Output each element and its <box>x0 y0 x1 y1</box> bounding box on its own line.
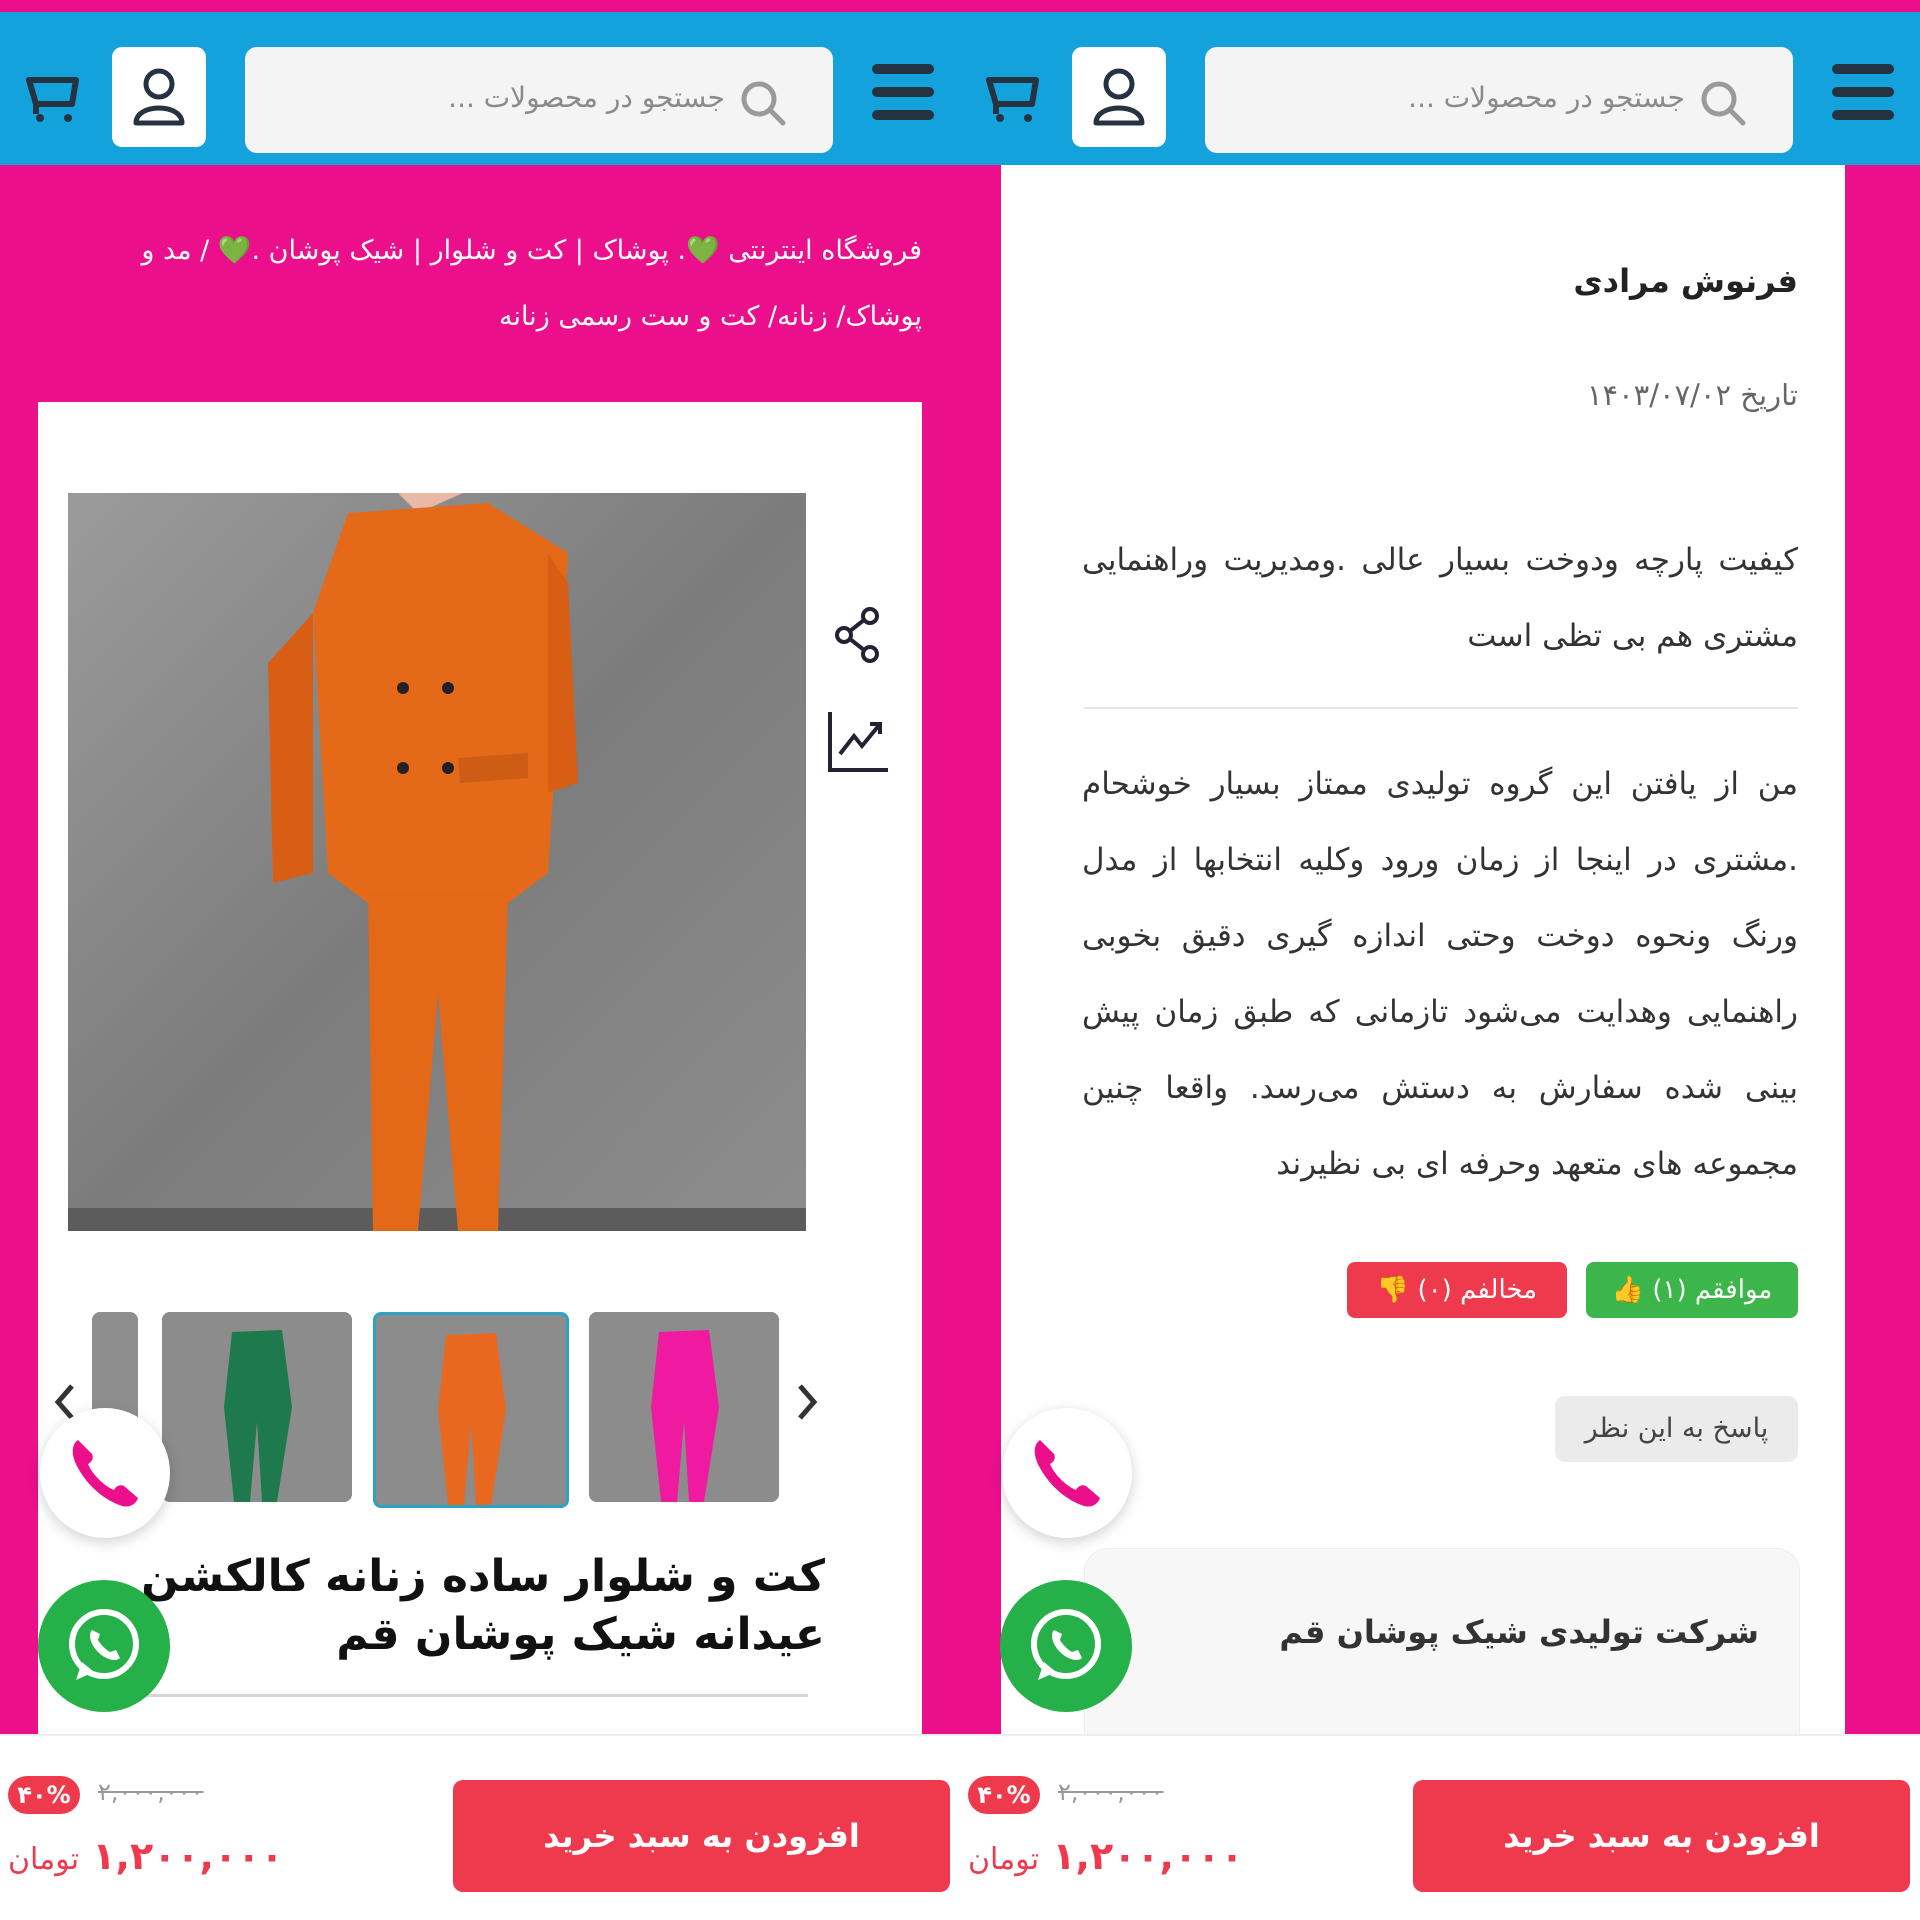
thumbnail-green[interactable] <box>162 1312 352 1502</box>
discount-badge: ۴۰% <box>8 1776 80 1814</box>
add-to-cart-button[interactable]: افزودن به سبد خرید <box>1413 1780 1910 1892</box>
user-button[interactable] <box>112 47 206 147</box>
phone-icon <box>1034 1440 1100 1507</box>
reply-button[interactable]: پاسخ به این نظر <box>1555 1396 1798 1462</box>
company-name: شرکت تولیدی شیک پوشان قم <box>1279 1613 1759 1651</box>
site-header: جستجو در محصولات ... <box>960 12 1920 165</box>
whatsapp-icon <box>69 1609 139 1680</box>
review-text-2: من از یافتن این گروه تولیدی ممتاز بسیار … <box>1082 766 1798 1182</box>
thumbs-down-icon: 👎 <box>1376 1275 1410 1305</box>
agree-label: موافقم (۱) <box>1652 1275 1773 1305</box>
user-icon <box>133 68 185 126</box>
new-price: ۱,۲۰۰,۰۰۰ تومان <box>8 1834 284 1878</box>
currency: تومان <box>8 1842 80 1877</box>
thumbnail-pink[interactable] <box>589 1312 779 1502</box>
search-placeholder: جستجو در محصولات ... <box>448 81 725 114</box>
new-price: ۱,۲۰۰,۰۰۰ تومان <box>968 1834 1244 1878</box>
buy-bar: افزودن به سبد خرید ۴۰% ۲,۰۰۰,۰۰۰ ۱,۲۰۰,۰… <box>0 1734 960 1920</box>
add-to-cart-button[interactable]: افزودن به سبد خرید <box>453 1780 950 1892</box>
disagree-button[interactable]: مخالفم (۰) 👎 <box>1347 1262 1567 1318</box>
suit-photo <box>68 493 806 1231</box>
call-button[interactable] <box>40 1408 170 1538</box>
old-price: ۲,۰۰۰,۰۰۰ <box>1058 1778 1164 1806</box>
cart-icon[interactable] <box>986 74 1042 124</box>
whatsapp-button[interactable] <box>38 1580 170 1712</box>
divider <box>1084 707 1798 709</box>
price-value: ۱,۲۰۰,۰۰۰ <box>1052 1834 1244 1878</box>
search-input[interactable]: جستجو در محصولات ... <box>1205 47 1793 153</box>
search-icon[interactable] <box>1697 77 1749 129</box>
discount-badge: ۴۰% <box>968 1776 1040 1814</box>
disagree-label: مخالفم (۰) <box>1417 1275 1538 1305</box>
whatsapp-button[interactable] <box>1000 1580 1132 1712</box>
status-strip <box>0 0 960 12</box>
carousel-next-icon[interactable] <box>792 1380 822 1424</box>
review-author: فرنوش مرادی <box>1573 262 1798 300</box>
share-icon[interactable] <box>832 606 884 664</box>
user-button[interactable] <box>1072 47 1166 147</box>
search-icon[interactable] <box>737 77 789 129</box>
user-icon <box>1093 68 1145 126</box>
phone-icon <box>72 1440 138 1507</box>
thumbnail-orange-selected[interactable] <box>373 1312 569 1508</box>
left-screen: جستجو در محصولات ... فروشگاه اینترنتی 💚.… <box>0 0 960 1920</box>
review-text-1: کیفیت پارچه ودوخت بسیار عالی .ومدیریت ور… <box>1082 542 1798 654</box>
currency: تومان <box>968 1842 1040 1877</box>
right-screen: جستجو در محصولات ... فرنوش مرادی تاریخ ۱… <box>960 0 1920 1920</box>
divider <box>140 1694 808 1697</box>
product-title: کت و شلوار ساده زنانه کالکشن عیدانه شیک … <box>141 1551 825 1660</box>
review-date: تاریخ ۱۴۰۳/۰۷/۰۲ <box>1586 378 1798 412</box>
price-value: ۱,۲۰۰,۰۰۰ <box>92 1834 284 1878</box>
call-button[interactable] <box>1002 1408 1132 1538</box>
menu-icon[interactable] <box>872 64 934 120</box>
thumbs-up-icon: 👍 <box>1611 1275 1645 1305</box>
breadcrumb[interactable]: فروشگاه اینترنتی 💚. پوشاک | کت و شلوار |… <box>62 218 922 350</box>
site-header: جستجو در محصولات ... <box>0 12 960 165</box>
price-chart-icon[interactable] <box>826 710 890 774</box>
agree-button[interactable]: موافقم (۱) 👍 <box>1586 1262 1798 1318</box>
search-placeholder: جستجو در محصولات ... <box>1408 81 1685 114</box>
cart-icon[interactable] <box>26 74 82 124</box>
status-strip <box>960 0 1920 12</box>
search-input[interactable]: جستجو در محصولات ... <box>245 47 833 153</box>
product-main-image[interactable] <box>68 493 806 1231</box>
old-price: ۲,۰۰۰,۰۰۰ <box>98 1778 204 1806</box>
menu-icon[interactable] <box>1832 64 1894 120</box>
buy-bar: افزودن به سبد خرید ۴۰% ۲,۰۰۰,۰۰۰ ۱,۲۰۰,۰… <box>960 1734 1920 1920</box>
whatsapp-icon <box>1031 1609 1101 1680</box>
